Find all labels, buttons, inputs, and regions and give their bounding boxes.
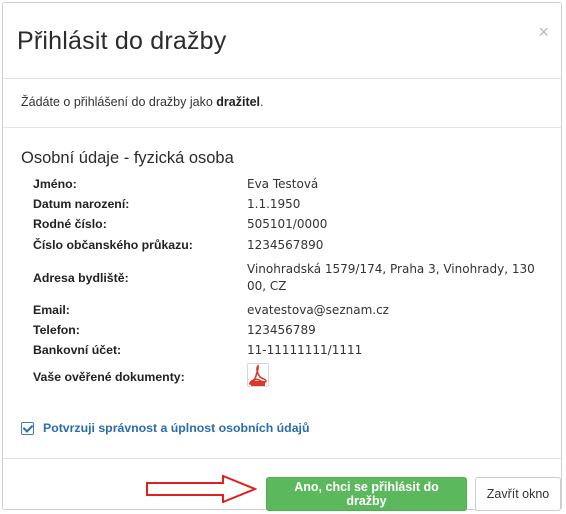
detail-row-birthdate: Datum narození: 1.1.1950 bbox=[33, 194, 553, 214]
footer-divider bbox=[3, 458, 561, 459]
pdf-icon[interactable] bbox=[247, 362, 269, 387]
close-window-button[interactable]: Zavřít okno bbox=[475, 477, 561, 511]
detail-value: 505101/0000 bbox=[247, 216, 328, 231]
confirm-field: Potvrzuji správnost a úplnost osobních ú… bbox=[21, 421, 309, 435]
auction-signup-dialog: Přihlásit do dražby × Žádáte o přihlášen… bbox=[2, 2, 562, 511]
detail-row-documents: Vaše ověřené dokumenty: bbox=[33, 360, 553, 394]
dialog-title: Přihlásit do dražby bbox=[17, 27, 227, 55]
detail-row-address: Adresa bydliště: Vinohradská 1579/174, P… bbox=[33, 256, 553, 300]
personal-details: Jméno: Eva Testová Datum narození: 1.1.1… bbox=[33, 174, 553, 394]
detail-value: 1.1.1950 bbox=[247, 196, 301, 211]
detail-row-id-card: Číslo občanského průkazu: 1234567890 bbox=[33, 234, 553, 256]
detail-label: Telefon: bbox=[33, 323, 80, 337]
confirm-signup-button[interactable]: Ano, chci se přihlásit do dražby bbox=[266, 477, 467, 511]
confirm-label[interactable]: Potvrzuji správnost a úplnost osobních ú… bbox=[43, 421, 309, 435]
detail-row-phone: Telefon: 123456789 bbox=[33, 320, 553, 340]
detail-value: 11-11111111/1111 bbox=[247, 342, 363, 357]
dialog-header: Přihlásit do dražby × bbox=[3, 3, 561, 79]
detail-value: Vinohradská 1579/174, Praha 3, Vinohrady… bbox=[247, 262, 535, 293]
detail-label: Číslo občanského průkazu: bbox=[33, 238, 193, 252]
detail-value: 123456789 bbox=[247, 322, 316, 337]
intro-suffix: . bbox=[260, 95, 264, 109]
close-icon[interactable]: × bbox=[538, 23, 549, 41]
detail-label: Adresa bydliště: bbox=[33, 271, 129, 285]
detail-row-name: Jméno: Eva Testová bbox=[33, 174, 553, 194]
detail-value: evatestova@seznam.cz bbox=[247, 302, 389, 317]
detail-label: Email: bbox=[33, 303, 70, 317]
arrow-icon bbox=[146, 475, 257, 503]
section-title: Osobní údaje - fyzická osoba bbox=[21, 149, 234, 167]
detail-row-birth-number: Rodné číslo: 505101/0000 bbox=[33, 214, 553, 234]
detail-label: Rodné číslo: bbox=[33, 217, 107, 231]
detail-label: Jméno: bbox=[33, 177, 77, 191]
detail-value: 1234567890 bbox=[247, 237, 324, 252]
intro-text: Žádáte o přihlášení do dražby jako draži… bbox=[21, 95, 264, 109]
divider bbox=[3, 127, 561, 128]
intro-prefix: Žádáte o přihlášení do dražby jako bbox=[21, 95, 217, 109]
documents-list bbox=[247, 362, 553, 392]
detail-row-email: Email: evatestova@seznam.cz bbox=[33, 300, 553, 320]
detail-label: Datum narození: bbox=[33, 197, 130, 211]
detail-row-bank-account: Bankovní účet: 11-11111111/1111 bbox=[33, 340, 553, 360]
detail-label: Vaše ověřené dokumenty: bbox=[33, 370, 185, 384]
confirm-checkbox[interactable] bbox=[21, 421, 34, 435]
intro-role: dražitel bbox=[216, 95, 261, 109]
detail-value: Eva Testová bbox=[247, 176, 319, 191]
detail-label: Bankovní účet: bbox=[33, 343, 122, 357]
